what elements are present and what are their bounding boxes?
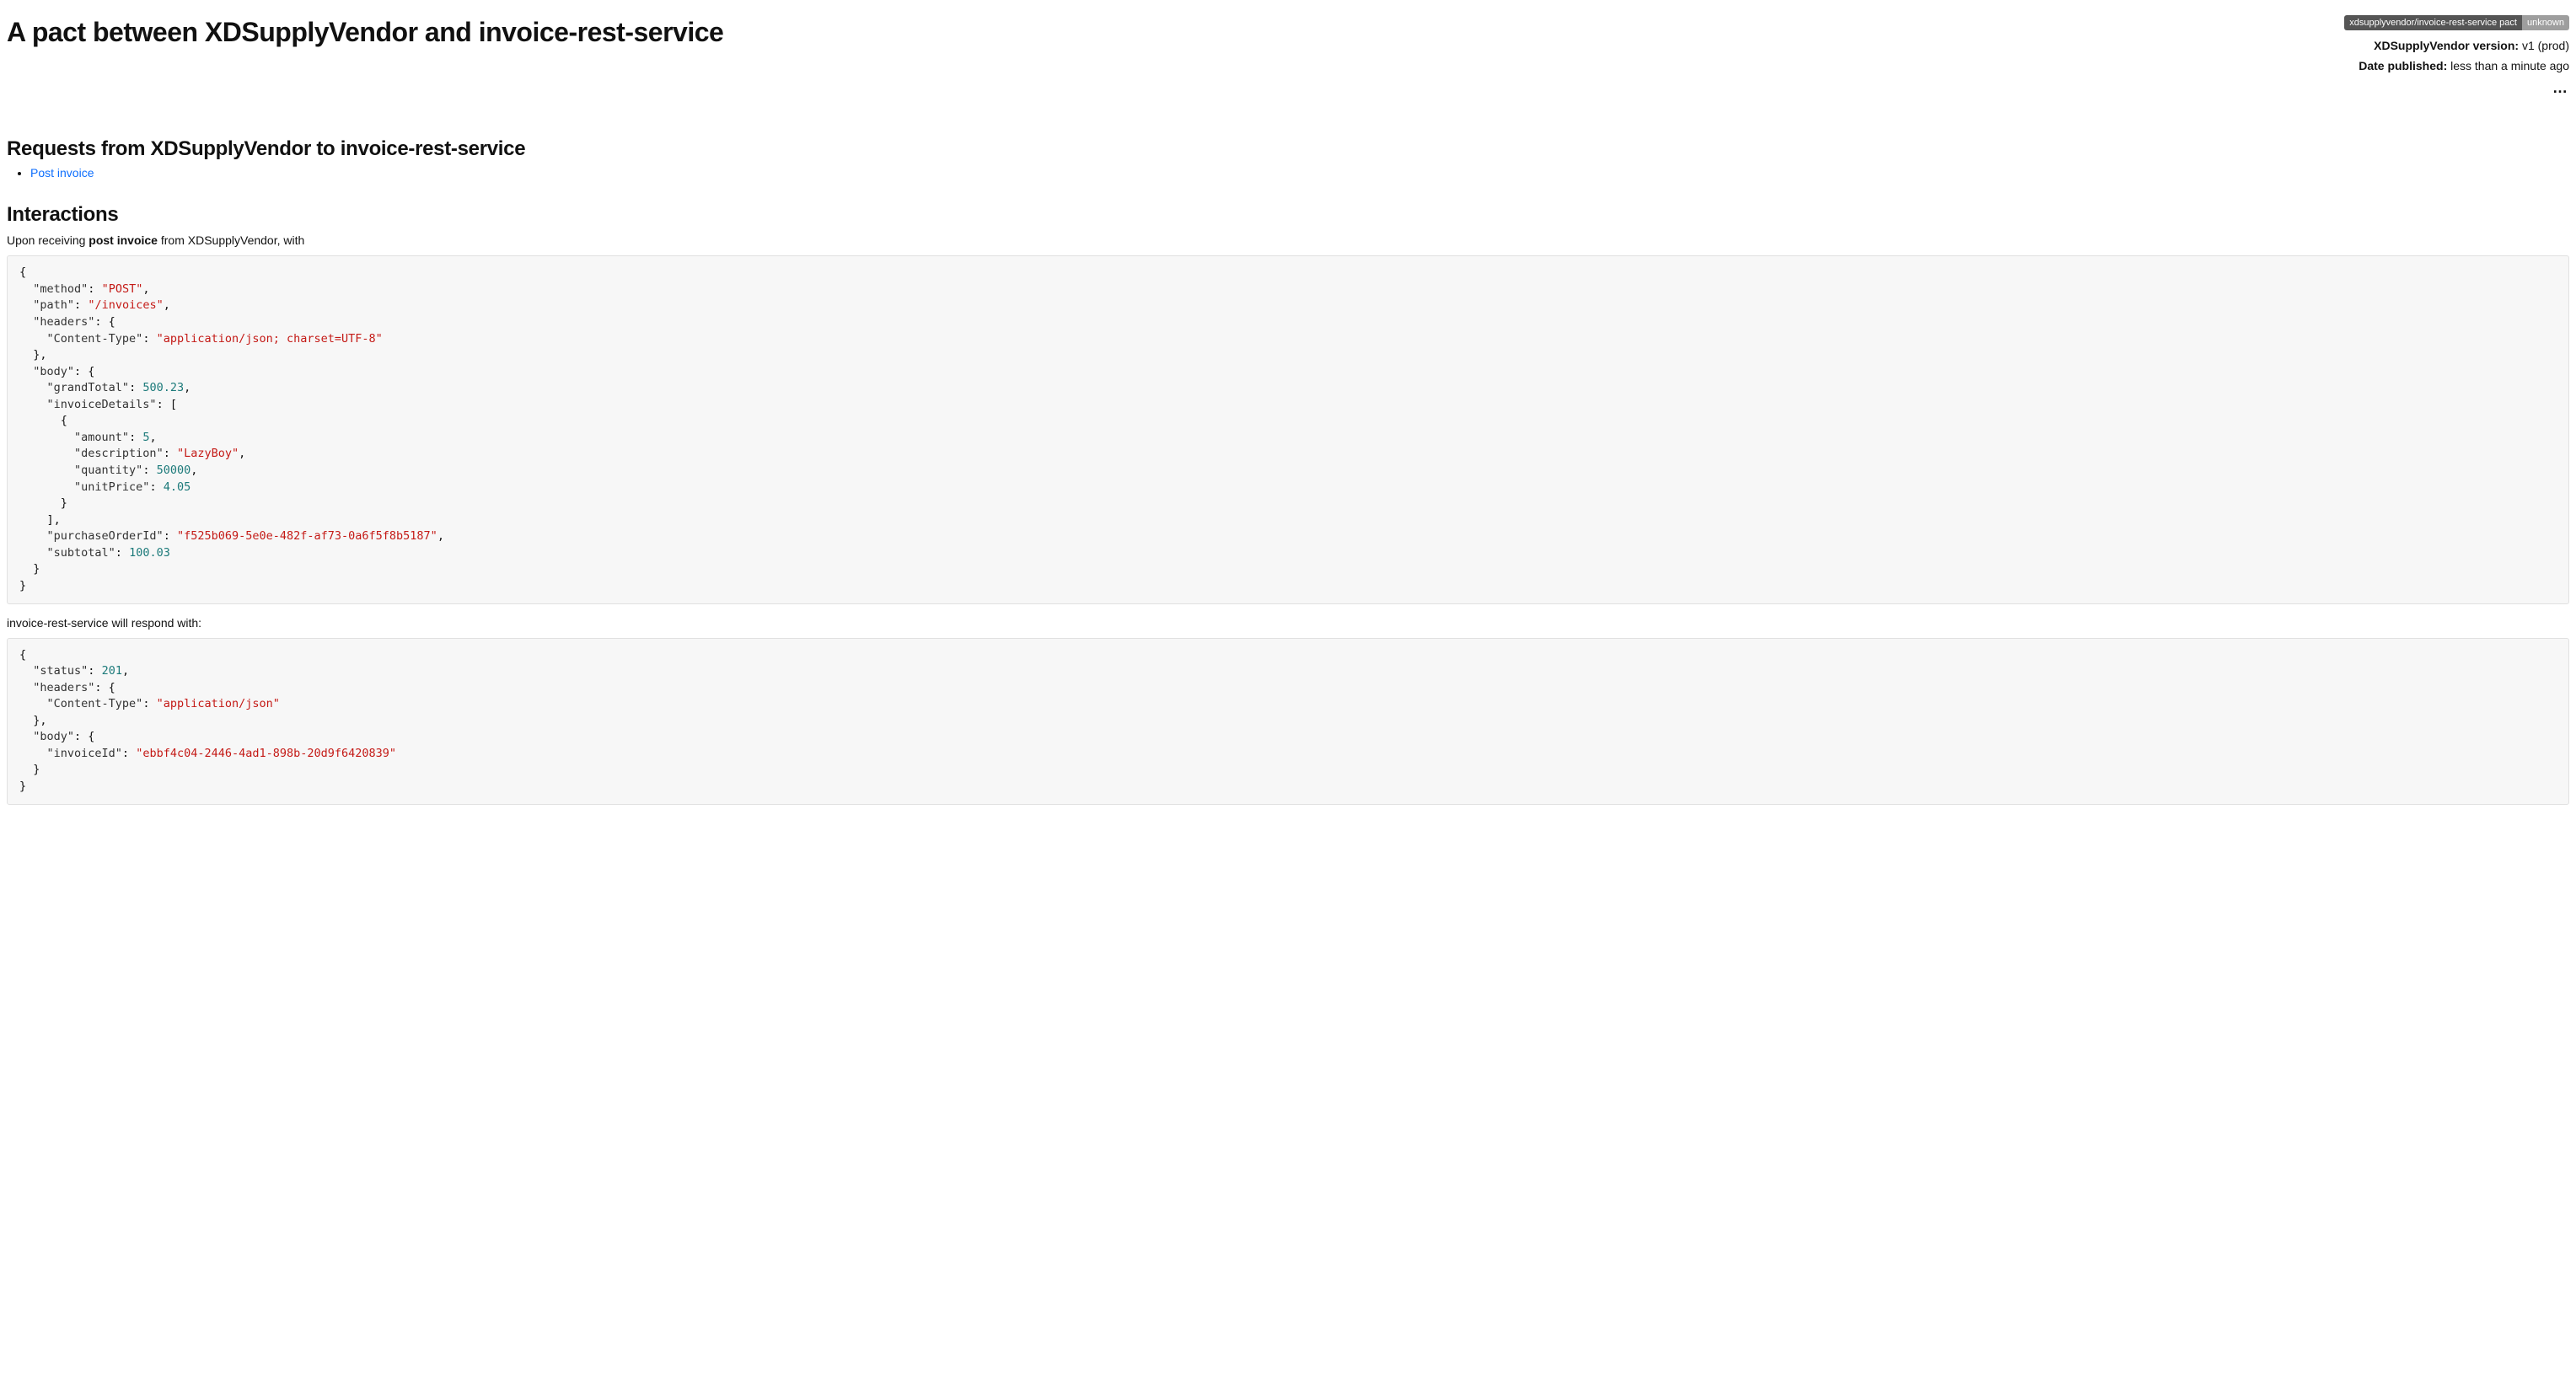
list-item: Post invoice	[30, 166, 2569, 180]
badge-left: xdsupplyvendor/invoice-rest-service pact	[2344, 15, 2522, 30]
request-json-block: { "method": "POST", "path": "/invoices",…	[7, 255, 2569, 603]
upon-suffix: from XDSupplyVendor, with	[158, 233, 304, 247]
upon-bold: post invoice	[89, 233, 158, 247]
interaction-upon: Upon receiving post invoice from XDSuppl…	[7, 233, 2569, 247]
request-link-post-invoice[interactable]: Post invoice	[30, 166, 94, 180]
meta-column: xdsupplyvendor/invoice-rest-service pact…	[2344, 7, 2569, 97]
more-menu-icon[interactable]: …	[2344, 79, 2569, 97]
respond-text: invoice-rest-service will respond with:	[7, 616, 2569, 630]
upon-prefix: Upon receiving	[7, 233, 89, 247]
published-line: Date published: less than a minute ago	[2344, 59, 2569, 72]
version-line: XDSupplyVendor version: v1 (prod)	[2344, 39, 2569, 52]
status-badge: xdsupplyvendor/invoice-rest-service pact…	[2344, 15, 2569, 30]
page-title: A pact between XDSupplyVendor and invoic…	[7, 17, 723, 48]
response-json-block: { "status": 201, "headers": { "Content-T…	[7, 638, 2569, 805]
version-value: v1 (prod)	[2522, 39, 2569, 52]
published-label: Date published:	[2359, 59, 2447, 72]
published-value: less than a minute ago	[2450, 59, 2569, 72]
request-list: Post invoice	[7, 166, 2569, 180]
requests-heading: Requests from XDSupplyVendor to invoice-…	[7, 137, 2569, 161]
version-label: XDSupplyVendor version:	[2374, 39, 2519, 52]
interactions-heading: Interactions	[7, 203, 2569, 227]
badge-right: unknown	[2522, 15, 2569, 30]
